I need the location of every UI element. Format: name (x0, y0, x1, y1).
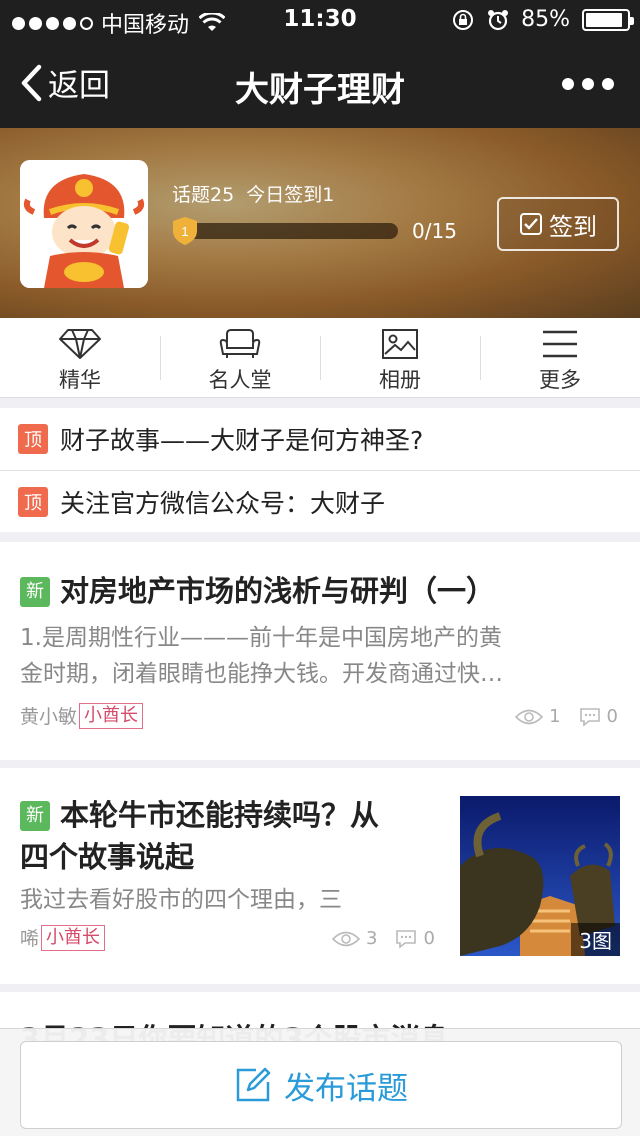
tab-album[interactable]: 相册 (320, 318, 480, 397)
sofa-icon (219, 329, 261, 358)
tab-label: 更多 (539, 368, 581, 392)
rotation-lock-icon (453, 9, 474, 30)
author-name: 唏 (20, 928, 40, 950)
post-excerpt: 我过去看好股市的四个理由，三 (20, 882, 342, 918)
comments-count: 0 (423, 928, 435, 949)
views-count: 1 (549, 706, 561, 727)
group-header: 话题25 今日签到1 1 0/15 签到 (0, 128, 640, 318)
top-badge: 顶 (18, 486, 48, 517)
photo-icon (382, 329, 418, 359)
battery-icon (582, 8, 634, 31)
checkins-count: 今日签到1 (246, 184, 335, 206)
tab-label: 相册 (379, 368, 421, 392)
level-number: 1 (181, 224, 188, 239)
comments: 0 (395, 928, 435, 949)
checkbox-icon (520, 213, 542, 235)
god-of-wealth-logo (20, 160, 148, 288)
views: 3 (332, 928, 377, 949)
battery-percent: 85% (521, 7, 570, 32)
tab-label: 名人堂 (208, 368, 272, 392)
comment-icon (579, 707, 600, 727)
bottom-bar: 发布话题 (0, 1028, 640, 1136)
pinned-item[interactable]: 顶 财子故事——大财子是何方神圣? (0, 408, 640, 470)
checkin-label: 签到 (549, 212, 597, 241)
progress-bar (188, 223, 398, 239)
more-options-icon[interactable] (562, 78, 614, 90)
author-name: 黄小敏 (20, 706, 78, 728)
new-badge: 新 (20, 577, 50, 607)
level-badge-icon: 1 (173, 217, 197, 245)
pinned-title: 财子故事——大财子是何方神圣? (60, 426, 424, 455)
status-right: 85% (451, 7, 634, 32)
pinned-list: 顶 财子故事——大财子是何方神圣? 顶 关注官方微信公众号：大财子 (0, 408, 640, 532)
edit-icon (236, 1067, 271, 1102)
views-count: 3 (366, 928, 378, 949)
role-badge: 小酋长 (79, 702, 144, 729)
post-title-text: 本轮牛市还能持续吗？从 (60, 798, 380, 832)
pinned-title: 关注官方微信公众号：大财子 (60, 488, 386, 518)
excerpt-line: 金时期，闭着眼睛也能挣大钱。开发商通过快… (20, 661, 503, 687)
top-badge: 顶 (18, 424, 48, 454)
pinned-item[interactable]: 顶 关注官方微信公众号：大财子 (0, 470, 640, 532)
comments-count: 0 (606, 706, 618, 727)
role-badge: 小酋长 (41, 924, 106, 951)
views: 1 (515, 706, 561, 727)
excerpt-line: 1.是周期性行业———前十年是中国房地产的黄 (20, 625, 502, 651)
diamond-icon (59, 329, 101, 359)
group-avatar (20, 160, 148, 288)
progress-text: 0/15 (412, 219, 457, 243)
eye-icon (515, 709, 544, 724)
post-meta: 1 0 (497, 706, 618, 727)
topics-count: 话题25 (172, 184, 235, 206)
tab-bar: 精华 名人堂 相册 更多 (0, 318, 640, 398)
tab-label: 精华 (59, 368, 101, 392)
image-count: 3图 (571, 923, 620, 956)
post-title: 新本轮牛市还能持续吗？从 四个故事说起 (20, 794, 440, 878)
top-bar: 中国移动 11:30 85% 返回 大财子理财 (0, 0, 640, 128)
post-author: 唏 小酋长 (20, 924, 106, 951)
post-author: 黄小敏 小酋长 (20, 702, 144, 729)
comment-icon (396, 929, 417, 949)
alarm-icon (488, 9, 509, 30)
comments: 0 (579, 706, 618, 727)
nav-bar: 返回 大财子理财 (0, 40, 640, 128)
post-item[interactable]: 新对房地产市场的浅析与研判（一） 1.是周期性行业———前十年是中国房地产的黄 … (0, 542, 640, 760)
excerpt-line: 我过去看好股市的四个理由，三 (20, 887, 342, 913)
tab-more[interactable]: 更多 (480, 318, 640, 397)
checkin-button[interactable]: 签到 (497, 197, 619, 251)
level-progress: 1 0/15 (172, 216, 457, 246)
group-stats: 话题25 今日签到1 (172, 180, 334, 207)
publish-topic-button[interactable]: 发布话题 (20, 1041, 622, 1129)
menu-icon (543, 330, 577, 358)
eye-icon (332, 931, 360, 946)
publish-label: 发布话题 (284, 1070, 408, 1107)
post-title: 新对房地产市场的浅析与研判（一） (20, 570, 495, 612)
post-meta: 3 0 (314, 928, 435, 949)
status-bar: 中国移动 11:30 85% (0, 0, 640, 40)
post-thumbnail[interactable]: 3图 (460, 796, 620, 956)
post-excerpt: 1.是周期性行业———前十年是中国房地产的黄 金时期，闭着眼睛也能挣大钱。开发商… (20, 620, 503, 692)
post-title-text: 对房地产市场的浅析与研判（一） (60, 574, 496, 608)
post-item[interactable]: 新本轮牛市还能持续吗？从 四个故事说起 我过去看好股市的四个理由，三 唏 小酋长… (0, 768, 640, 984)
new-badge: 新 (20, 801, 50, 831)
post-title-text: 四个故事说起 (20, 840, 195, 874)
page-title: 大财子理财 (235, 70, 405, 110)
tab-hall-of-fame[interactable]: 名人堂 (160, 318, 320, 397)
tab-featured[interactable]: 精华 (0, 318, 160, 397)
